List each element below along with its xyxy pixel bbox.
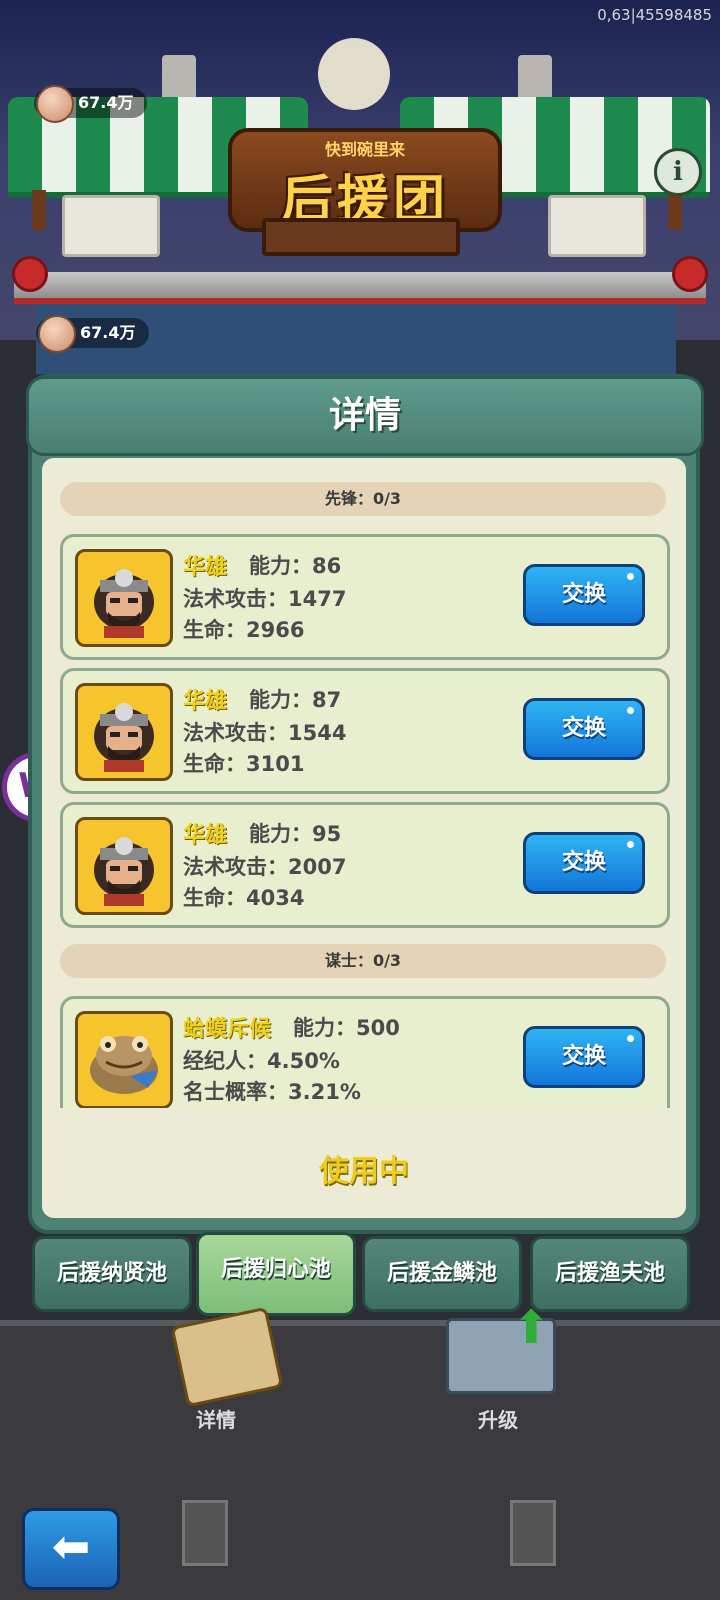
swap-button[interactable]: 交换: [523, 564, 645, 626]
info-button[interactable]: i: [654, 148, 702, 196]
hero-power: 能力：87: [249, 688, 342, 712]
hero-hp: 生命：4034: [183, 886, 305, 910]
hero-card: 华雄 能力：95 法术攻击：2007 生命：4034 交换: [60, 802, 670, 928]
details-label[interactable]: 详情: [196, 1404, 236, 1433]
hero-avatar: [75, 817, 173, 915]
hero-magic-attack: 法术攻击：2007: [183, 855, 347, 879]
hero-name: 蛤蟆斥候: [183, 1017, 272, 1042]
railing: [14, 272, 706, 304]
hero-hp: 生命：2966: [183, 618, 305, 642]
hero-card: 华雄 能力：86 法术攻击：1477 生命：2966 交换: [60, 534, 670, 660]
bottom-divider: [0, 1320, 720, 1326]
hero-card: 蛤蟆斥候 能力：500 经纪人：4.50% 名士概率：3.21% 交换: [60, 996, 670, 1108]
dialog-header: 详情: [26, 376, 704, 456]
debug-readout: 0,63|45598485: [597, 6, 712, 24]
hero-avatar: [75, 549, 173, 647]
swap-button[interactable]: 交换: [523, 698, 645, 760]
section-header-strategist: 谋士：0/3: [60, 944, 666, 978]
door-left: [182, 1500, 228, 1566]
support-list-scroll[interactable]: 先锋：0/3 华雄 能力：86 法术攻击：1477 生命：2966 交换 华雄 …: [42, 458, 686, 1108]
toad-portrait-icon: [90, 1036, 158, 1094]
info-icon: i: [673, 157, 683, 187]
hero-power: 能力：95: [249, 822, 342, 846]
hero-avatar: [75, 1011, 173, 1108]
hero-magic-attack: 法术攻击：1544: [183, 721, 347, 745]
back-button[interactable]: ⬅: [22, 1508, 120, 1590]
moon: [318, 38, 390, 110]
dialog-title: 详情: [328, 395, 401, 436]
coin-icon: [36, 85, 74, 123]
dialog-body: 先锋：0/3 华雄 能力：86 法术攻击：1477 生命：2966 交换 华雄 …: [42, 458, 686, 1218]
hero-power: 能力：86: [249, 554, 342, 578]
hero-power: 能力：500: [293, 1016, 400, 1040]
stall-counter-right: [548, 195, 646, 257]
stall-counter-left: [62, 195, 160, 257]
tab-pool-guixin[interactable]: 后援归心池: [196, 1232, 356, 1316]
section-header-vanguard: 先锋：0/3: [60, 482, 666, 516]
swap-button[interactable]: 交换: [523, 832, 645, 894]
coin-icon: [38, 315, 76, 353]
support-group-banner: 快到碗里来 后援团: [228, 128, 502, 232]
hero-avatar: [75, 683, 173, 781]
upgrade-label[interactable]: 升级: [478, 1404, 518, 1433]
upgrade-arrow-icon: ⬆: [512, 1300, 551, 1354]
warrior-portrait-icon: [94, 837, 154, 906]
tab-pool-jinlin[interactable]: 后援金鳞池: [362, 1236, 522, 1312]
hero-name: 华雄: [183, 823, 228, 848]
warrior-portrait-icon: [94, 569, 154, 638]
coin-balance-top: 67.4万: [34, 85, 148, 123]
hero-agent-rate: 经纪人：4.50%: [183, 1049, 340, 1073]
hero-name: 华雄: [183, 689, 228, 714]
stall-pole-left: [32, 190, 46, 230]
hero-name: 华雄: [183, 555, 228, 580]
warrior-portrait-icon: [94, 703, 154, 772]
back-arrow-icon: ⬅: [51, 1519, 91, 1573]
hero-card: 华雄 能力：87 法术攻击：1544 生命：3101 交换: [60, 668, 670, 794]
door-right: [510, 1500, 556, 1566]
swap-button[interactable]: 交换: [523, 1026, 645, 1088]
rail-ornament-left: [12, 256, 48, 292]
tab-pool-naxian[interactable]: 后援纳贤池: [32, 1236, 192, 1312]
hero-hp: 生命：3101: [183, 752, 305, 776]
coin-amount: 67.4万: [80, 323, 136, 342]
rail-ornament-right: [672, 256, 708, 292]
coin-balance-middle: 67.4万: [36, 315, 150, 353]
banner-subtitle: 快到碗里来: [324, 140, 405, 159]
stall-pole-right: [668, 190, 682, 230]
hero-magic-attack: 法术攻击：1477: [183, 587, 347, 611]
details-dialog: 详情 先锋：0/3 华雄 能力：86 法术攻击：1477 生命：2966 交换 …: [26, 374, 704, 1234]
banner-plate: [262, 218, 460, 256]
in-use-status: 使用中: [319, 1154, 409, 1189]
tab-pool-yufu[interactable]: 后援渔夫池: [530, 1236, 690, 1312]
coin-amount: 67.4万: [78, 93, 134, 112]
hero-scholar-rate: 名士概率：3.21%: [183, 1080, 361, 1104]
